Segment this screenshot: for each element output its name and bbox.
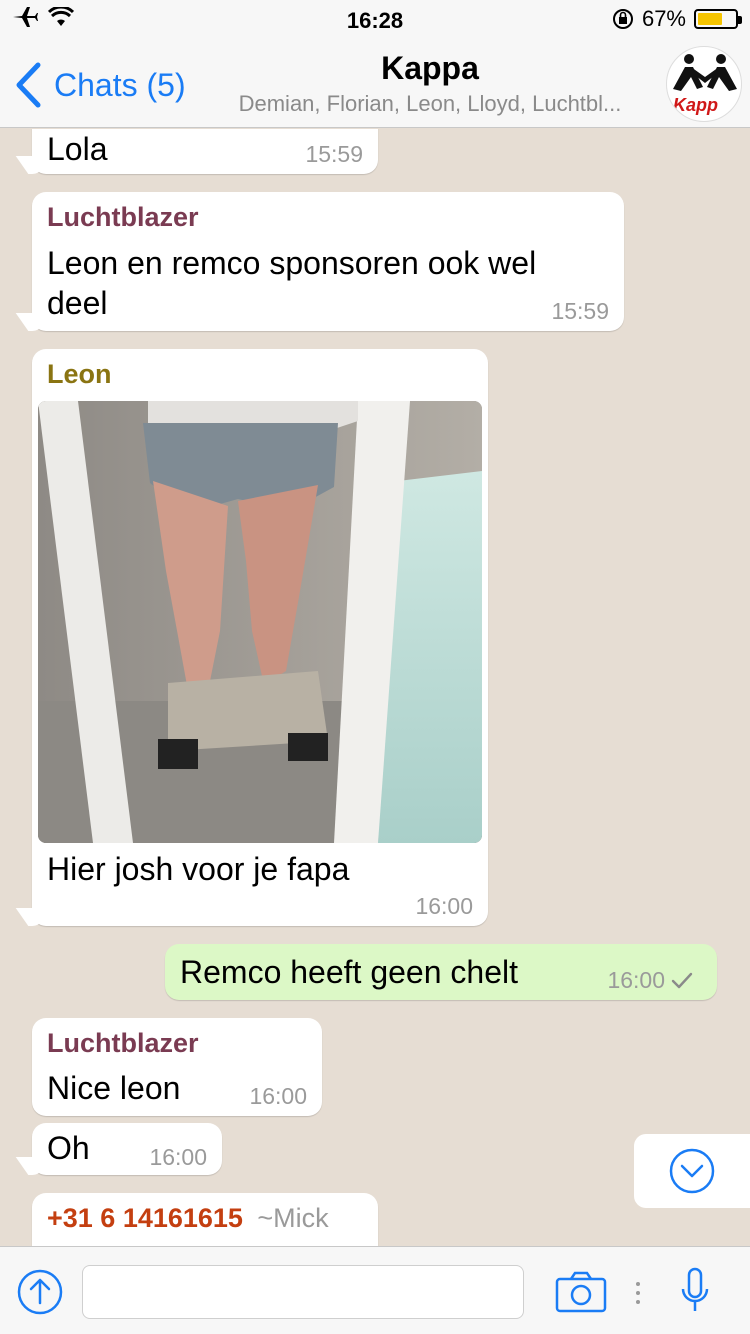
chevron-left-icon xyxy=(16,62,41,108)
message-time: 15:59 xyxy=(305,141,363,167)
battery-percent: 67% xyxy=(641,6,686,31)
message-text: Hier josh voor je fapa xyxy=(47,851,350,887)
message-time: 16:00 xyxy=(149,1144,207,1170)
svg-text:Kapp: Kapp xyxy=(673,95,718,115)
message-bubble[interactable]: +31 6 14161615 ~Mick xyxy=(32,1193,378,1246)
chevron-down-circle-icon xyxy=(669,1148,715,1194)
message-time: 15:59 xyxy=(551,298,609,324)
battery-fill xyxy=(698,13,722,25)
message-bubble[interactable]: Lola 15:59 xyxy=(15,129,378,174)
chat-title: Kappa xyxy=(381,50,479,86)
message-time: 16:00 xyxy=(249,1083,307,1109)
message-sender: Luchtblazer xyxy=(47,202,199,232)
arrow-up-circle-icon[interactable] xyxy=(16,1268,64,1316)
message-bubble[interactable]: Luchtblazer Leon en remco sponsoren ook … xyxy=(15,192,624,331)
message-text: Remco heeft geen chelt xyxy=(180,954,518,990)
back-button[interactable]: Chats (5) xyxy=(14,62,186,108)
group-avatar[interactable]: Kapp xyxy=(666,46,742,122)
scroll-to-bottom-button[interactable] xyxy=(634,1134,750,1208)
message-sender: Leon xyxy=(47,359,112,389)
message-bubble[interactable]: Oh 16:00 xyxy=(15,1123,222,1175)
orientation-lock-icon xyxy=(612,9,633,29)
status-right: 67% xyxy=(612,6,742,32)
message-time: 16:00 xyxy=(415,893,473,919)
message-sender-row: +31 6 14161615 ~Mick xyxy=(47,1203,329,1234)
chat-header[interactable]: Kappa Demian, Florian, Leon, Lloyd, Luch… xyxy=(200,50,660,117)
battery-icon xyxy=(694,9,742,29)
read-check-icon xyxy=(671,972,693,989)
chat-area[interactable]: Lola 15:59 Luchtblazer Leon en remco spo… xyxy=(0,129,750,1246)
message-text: Oh xyxy=(47,1130,90,1166)
photo-attachment[interactable] xyxy=(38,401,482,843)
photo-image xyxy=(38,401,482,843)
message-text: Leon en remco sponsoren ook wel deel xyxy=(47,245,537,321)
message-bubble-outgoing[interactable]: Remco heeft geen chelt 16:00 xyxy=(165,944,717,1000)
message-sender: Luchtblazer xyxy=(47,1028,199,1058)
input-bar xyxy=(0,1246,750,1334)
message-sender: +31 6 14161615 xyxy=(47,1203,243,1233)
message-sender-alias: ~Mick xyxy=(257,1203,329,1233)
back-button-label: Chats (5) xyxy=(54,66,186,103)
message-bubble[interactable]: Leon Hier josh voor je fapa 16:00 xyxy=(15,349,488,926)
message-text: Nice leon xyxy=(47,1070,181,1106)
separator-dots-icon xyxy=(636,1282,640,1304)
message-bubble[interactable]: Luchtblazer Nice leon 16:00 xyxy=(32,1018,322,1116)
message-text: Lola xyxy=(47,131,108,167)
chat-participants: Demian, Florian, Leon, Lloyd, Luchtbl... xyxy=(238,91,622,116)
microphone-icon[interactable] xyxy=(680,1267,710,1315)
camera-icon[interactable] xyxy=(555,1271,607,1313)
message-input[interactable] xyxy=(82,1265,524,1319)
kappa-logo: Kapp xyxy=(673,54,737,115)
message-time: 16:00 xyxy=(607,967,665,993)
status-bar: 16:28 67% xyxy=(0,0,750,40)
nav-bar: Chats (5) Kappa Demian, Florian, Leon, L… xyxy=(0,40,750,128)
